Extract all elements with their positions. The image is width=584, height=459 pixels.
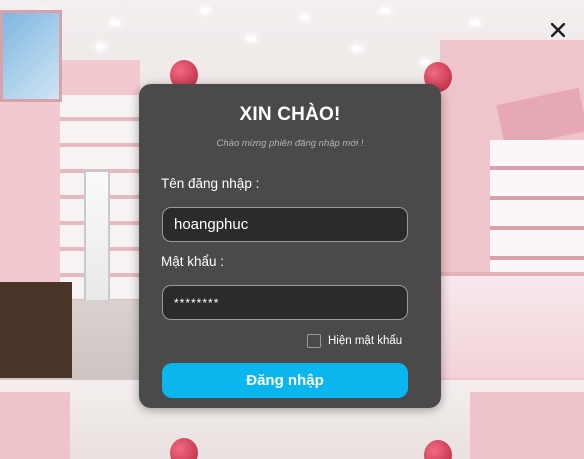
close-icon [551,23,565,37]
show-password-label: Hiện mật khẩu [328,335,403,347]
login-dialog: XIN CHÀO! Chào mừng phiên đăng nhập mới … [139,84,441,408]
username-label: Tên đăng nhập : [161,176,260,191]
login-subtitle: Chào mừng phiên đăng nhập mới ! [216,138,364,149]
baby-poster [0,10,62,102]
login-title: XIN CHÀO! [239,104,341,125]
password-input[interactable]: ******** [162,285,408,320]
shop-counter [440,272,584,378]
show-password-checkbox[interactable] [307,334,321,348]
close-button[interactable] [546,18,570,42]
username-input[interactable]: hoangphuc [162,207,408,242]
right-shelf [490,140,584,280]
login-button[interactable]: Đăng nhập [162,363,408,398]
show-password-toggle[interactable]: Hiện mật khẩu [307,334,402,348]
password-label: Mật khẩu : [161,254,225,269]
wood-cabinet [0,282,72,378]
